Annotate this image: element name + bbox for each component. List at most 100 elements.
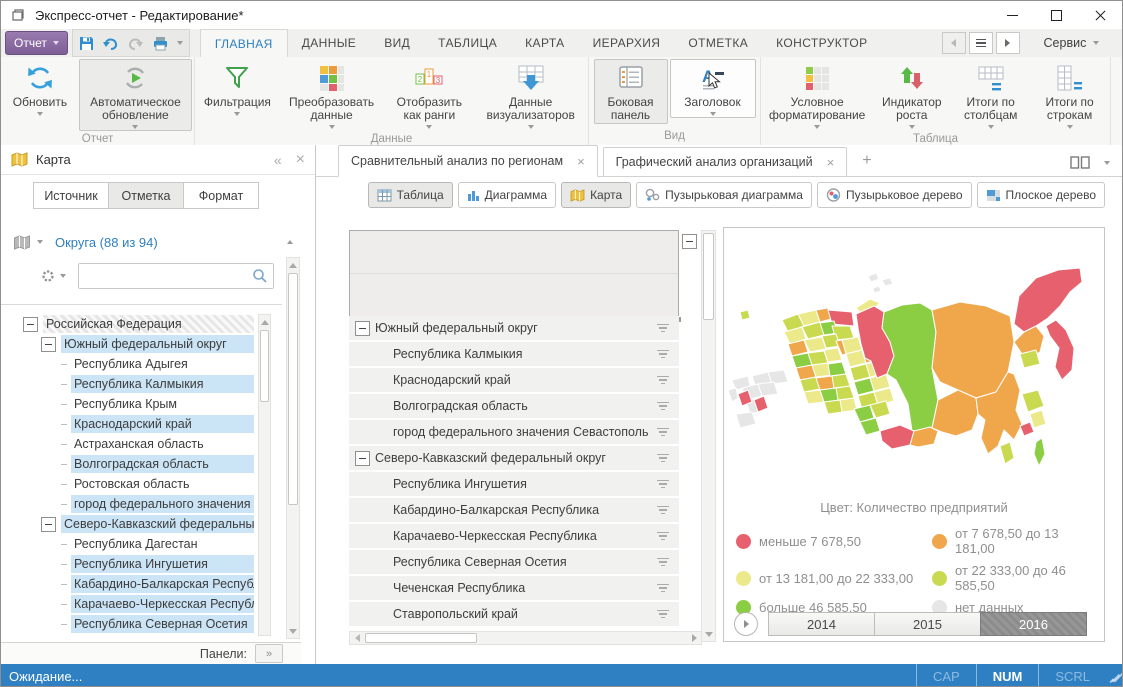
- collapse-node-icon[interactable]: [23, 317, 38, 332]
- tab-scroll-left-button[interactable]: [942, 32, 966, 54]
- header-button[interactable]: A Заголовок: [670, 59, 756, 118]
- print-options-chevron-icon[interactable]: [177, 41, 183, 45]
- tree-item[interactable]: Республика Дагестан: [1, 534, 254, 554]
- districts-link[interactable]: Округа (88 из 94): [55, 235, 158, 250]
- auto-refresh-button[interactable]: Автоматическое обновление: [79, 59, 192, 131]
- filter-button[interactable]: Фильтрация: [197, 59, 278, 118]
- tab-scroll-right-button[interactable]: [996, 32, 1020, 54]
- table-row[interactable]: Республика Ингушетия: [349, 472, 679, 496]
- search-input[interactable]: [83, 266, 247, 287]
- show-as-ranks-button[interactable]: 2 1 3 Отобразить как ранги: [385, 59, 473, 131]
- tab-otmetka[interactable]: Отметка: [108, 182, 184, 209]
- table-row[interactable]: Карачаево-Черкесская Республика: [349, 524, 679, 548]
- table-horizontal-scrollbar[interactable]: [349, 631, 702, 645]
- transform-data-button[interactable]: Преобразовать данные: [280, 59, 384, 131]
- filter-icon[interactable]: [656, 506, 669, 515]
- save-icon[interactable]: [79, 36, 94, 51]
- table-row[interactable]: Республика Калмыкия: [349, 342, 679, 366]
- tab-otmetka[interactable]: ОТМЕТКА: [674, 29, 762, 57]
- table-row[interactable]: город федерального значения Севастополь: [349, 420, 679, 444]
- tab-dannye[interactable]: ДАННЫЕ: [288, 29, 371, 57]
- gear-icon[interactable]: [41, 269, 55, 283]
- chevron-down-icon[interactable]: [37, 240, 43, 244]
- view-flat-tree-button[interactable]: Плоское дерево: [977, 182, 1105, 208]
- tree-item[interactable]: город федерального значения Севастополь: [1, 494, 254, 514]
- table-row[interactable]: Чеченская Республика: [349, 576, 679, 600]
- side-panel-button[interactable]: Боковая панель: [594, 59, 668, 124]
- filter-icon[interactable]: [656, 558, 669, 567]
- filter-icon[interactable]: [656, 376, 669, 385]
- play-button[interactable]: [734, 612, 758, 636]
- collapse-node-icon[interactable]: [355, 321, 370, 336]
- tab-list-button[interactable]: [969, 32, 993, 54]
- tree-item[interactable]: Российская Федерация: [1, 314, 254, 334]
- panel-scrollbar[interactable]: [286, 257, 300, 639]
- filter-icon[interactable]: [656, 610, 669, 619]
- collapse-node-icon[interactable]: [355, 451, 370, 466]
- panel-collapse-button[interactable]: «: [274, 153, 282, 167]
- tab-vid[interactable]: ВИД: [370, 29, 424, 57]
- close-tab-icon[interactable]: ×: [827, 155, 835, 170]
- view-chart-button[interactable]: Диаграмма: [458, 182, 556, 208]
- tab-tablitsa[interactable]: ТАБЛИЦА: [424, 29, 511, 57]
- row-totals-button[interactable]: Итоги по строкам: [1031, 59, 1108, 131]
- tree-item[interactable]: Республика Адыгея: [1, 354, 254, 374]
- table-vertical-scrollbar[interactable]: [701, 230, 716, 642]
- tree-item[interactable]: Республика Ингушетия: [1, 554, 254, 574]
- tree-item[interactable]: Волгоградская область: [1, 454, 254, 474]
- collapse-node-icon[interactable]: [41, 337, 56, 352]
- tree-item[interactable]: Республика Крым: [1, 394, 254, 414]
- table-row[interactable]: Ставропольский край: [349, 602, 679, 626]
- table-row[interactable]: Волгоградская область: [349, 394, 679, 418]
- view-map-button[interactable]: Карта: [561, 182, 631, 208]
- tab-format[interactable]: Формат: [183, 182, 259, 209]
- doc-tab-organizations[interactable]: Графический анализ организаций ×: [603, 147, 848, 176]
- filter-icon[interactable]: [656, 454, 669, 463]
- tree-item[interactable]: Северо-Кавказский федеральный округ: [1, 514, 254, 534]
- view-bubble-tree-button[interactable]: Пузырьковое дерево: [817, 182, 972, 208]
- filter-icon[interactable]: [656, 532, 669, 541]
- map-layer-icon[interactable]: [13, 235, 31, 250]
- filter-icon[interactable]: [656, 324, 669, 333]
- table-row[interactable]: Южный федеральный округ: [349, 316, 679, 340]
- filter-icon[interactable]: [656, 584, 669, 593]
- tree-item[interactable]: Астраханская область: [1, 434, 254, 454]
- close-button[interactable]: [1078, 1, 1122, 29]
- collapse-section-icon[interactable]: [287, 240, 293, 244]
- view-table-button[interactable]: Таблица: [368, 182, 453, 208]
- print-icon[interactable]: [152, 36, 169, 51]
- report-menu-button[interactable]: Отчет: [5, 31, 68, 55]
- visualizer-data-button[interactable]: Данные визуализаторов: [475, 59, 586, 131]
- chevron-down-icon[interactable]: [1104, 161, 1110, 165]
- tree-item[interactable]: Южный федеральный округ: [1, 334, 254, 354]
- year-2016-button[interactable]: 2016: [980, 612, 1087, 636]
- panels-expand-button[interactable]: »: [255, 644, 283, 663]
- tree-item[interactable]: Карачаево-Черкесская Республика: [1, 594, 254, 614]
- year-2015-button[interactable]: 2015: [874, 612, 981, 636]
- tree-scrollbar[interactable]: [258, 314, 271, 636]
- table-row[interactable]: Республика Северная Осетия: [349, 550, 679, 574]
- tab-ierarkhiya[interactable]: ИЕРАРХИЯ: [579, 29, 675, 57]
- add-tab-button[interactable]: +: [862, 152, 871, 170]
- tab-istochnik[interactable]: Источник: [33, 182, 109, 209]
- filter-icon[interactable]: [656, 350, 669, 359]
- filter-icon[interactable]: [656, 428, 669, 437]
- split-view-icon[interactable]: [1070, 156, 1090, 169]
- minimize-button[interactable]: [990, 1, 1034, 29]
- growth-indicator-button[interactable]: Индикатор роста: [873, 59, 950, 131]
- tab-karta[interactable]: КАРТА: [511, 29, 578, 57]
- table-header[interactable]: [349, 230, 679, 320]
- collapse-all-icon[interactable]: [682, 234, 697, 249]
- panel-close-button[interactable]: ×: [296, 153, 305, 167]
- resize-grip[interactable]: [1106, 664, 1122, 687]
- collapse-node-icon[interactable]: [41, 517, 56, 532]
- filter-icon[interactable]: [656, 402, 669, 411]
- tree-item[interactable]: Ростовская область: [1, 474, 254, 494]
- tree-item[interactable]: Республика Северная Осетия: [1, 614, 254, 634]
- service-menu[interactable]: Сервис: [1044, 36, 1100, 50]
- tab-konstruktor[interactable]: КОНСТРУКТОР: [762, 29, 881, 57]
- maximize-button[interactable]: [1034, 1, 1078, 29]
- refresh-button[interactable]: Обновить: [3, 59, 77, 118]
- redo-icon[interactable]: [127, 36, 144, 51]
- tree-item[interactable]: Кабардино-Балкарская Республика: [1, 574, 254, 594]
